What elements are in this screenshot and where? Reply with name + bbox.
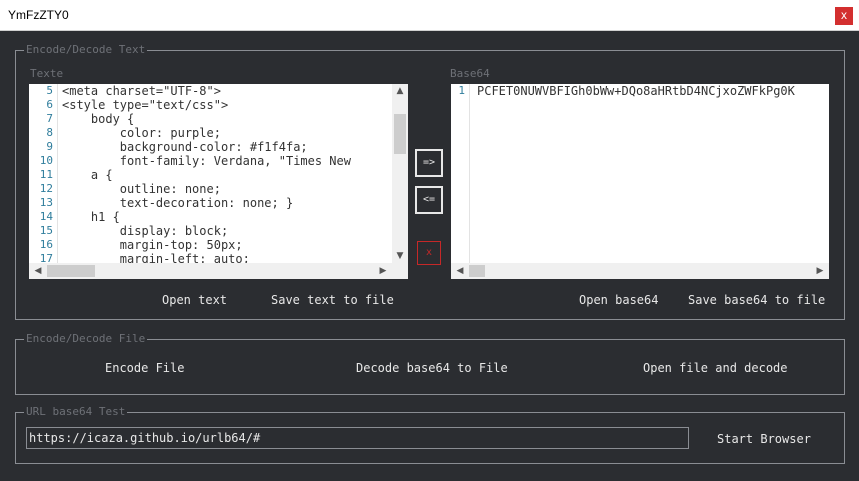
close-button[interactable]: x	[835, 7, 853, 25]
code-line: outline: none;	[62, 182, 221, 196]
code-line: background-color: #f1f4fa;	[62, 140, 308, 154]
line-number: 5	[46, 84, 53, 97]
clear-button[interactable]: x	[417, 241, 441, 265]
window-title: YmFzZTY0	[8, 8, 69, 22]
text-hscroll-thumb[interactable]	[47, 265, 95, 277]
chevron-right-icon[interactable]: ▶	[813, 263, 827, 279]
code-line: margin-left: auto;	[62, 252, 250, 263]
save-base64-button[interactable]: Save base64 to file	[688, 293, 825, 307]
text-vscroll-thumb[interactable]	[394, 114, 406, 154]
encode-file-button[interactable]: Encode File	[105, 361, 184, 375]
encode-button[interactable]: =>	[415, 149, 443, 177]
text-editor[interactable]: 5 6 7 8 9 10 11 12 13 14 15 16 17 <meta …	[29, 84, 408, 279]
line-number: 6	[46, 98, 53, 111]
base64-label: Base64	[450, 67, 490, 80]
line-number: 14	[39, 210, 53, 223]
url-input[interactable]: https://icaza.github.io/urlb64/#	[26, 427, 689, 449]
line-number: 10	[39, 154, 53, 167]
chevron-down-icon[interactable]: ▼	[392, 249, 408, 263]
line-number: 13	[39, 196, 53, 209]
text-horizontal-scrollbar[interactable]: ◀ ▶	[29, 263, 392, 279]
decode-button[interactable]: <=	[415, 186, 443, 214]
code-line: margin-top: 50px;	[62, 238, 243, 252]
code-line: color: purple;	[62, 126, 221, 140]
code-line: a {	[62, 168, 113, 182]
chevron-left-icon[interactable]: ◀	[453, 263, 467, 279]
code-line: <meta charset="UTF-8">	[62, 84, 221, 98]
line-number: 16	[39, 238, 53, 251]
text-editor-content[interactable]: <meta charset="UTF-8"> <style type="text…	[62, 84, 392, 263]
line-number: 15	[39, 224, 53, 237]
code-line: font-family: Verdana, "Times New	[62, 154, 351, 168]
chevron-up-icon[interactable]: ▲	[392, 84, 408, 98]
code-line: display: block;	[62, 224, 229, 238]
chevron-right-icon[interactable]: ▶	[376, 263, 390, 279]
decode-file-button[interactable]: Decode base64 to File	[356, 361, 508, 375]
scroll-corner	[392, 263, 408, 279]
save-text-button[interactable]: Save text to file	[271, 293, 394, 307]
group-legend-url: URL base64 Test	[24, 405, 128, 419]
base64-editor-gutter: 1	[451, 84, 470, 263]
base64-editor-content[interactable]: PCFET0NUWVBFIGh0bWw+DQo8aHRtbD4NCjxoZWFk…	[477, 84, 829, 263]
group-legend-file: Encode/Decode File	[24, 332, 148, 346]
code-line: body {	[62, 112, 135, 126]
title-bar: YmFzZTY0 x	[0, 0, 859, 31]
line-number: 12	[39, 182, 53, 195]
chevron-left-icon[interactable]: ◀	[31, 263, 45, 279]
group-legend-text: Encode/Decode Text	[24, 43, 148, 57]
code-line: PCFET0NUWVBFIGh0bWw+DQo8aHRtbD4NCjxoZWFk…	[477, 84, 795, 98]
base64-horizontal-scrollbar[interactable]: ◀ ▶	[451, 263, 829, 279]
base64-editor[interactable]: 1 PCFET0NUWVBFIGh0bWw+DQo8aHRtbD4NCjxoZW…	[451, 84, 829, 279]
open-text-button[interactable]: Open text	[162, 293, 227, 307]
line-number: 9	[46, 140, 53, 153]
code-line: h1 {	[62, 210, 120, 224]
start-browser-button[interactable]: Start Browser	[717, 432, 811, 446]
text-editor-gutter: 5 6 7 8 9 10 11 12 13 14 15 16 17	[29, 84, 58, 265]
line-number: 11	[39, 168, 53, 181]
text-vertical-scrollbar[interactable]: ▲ ▼	[392, 84, 408, 263]
code-line: <style type="text/css">	[62, 98, 229, 112]
line-number: 7	[46, 112, 53, 125]
base64-hscroll-thumb[interactable]	[469, 265, 485, 277]
text-label: Texte	[30, 67, 64, 80]
line-number: 8	[46, 126, 53, 139]
line-number: 1	[458, 84, 465, 97]
open-base64-button[interactable]: Open base64	[579, 293, 658, 307]
open-decode-button[interactable]: Open file and decode	[643, 361, 788, 375]
code-line: text-decoration: none; }	[62, 196, 294, 210]
